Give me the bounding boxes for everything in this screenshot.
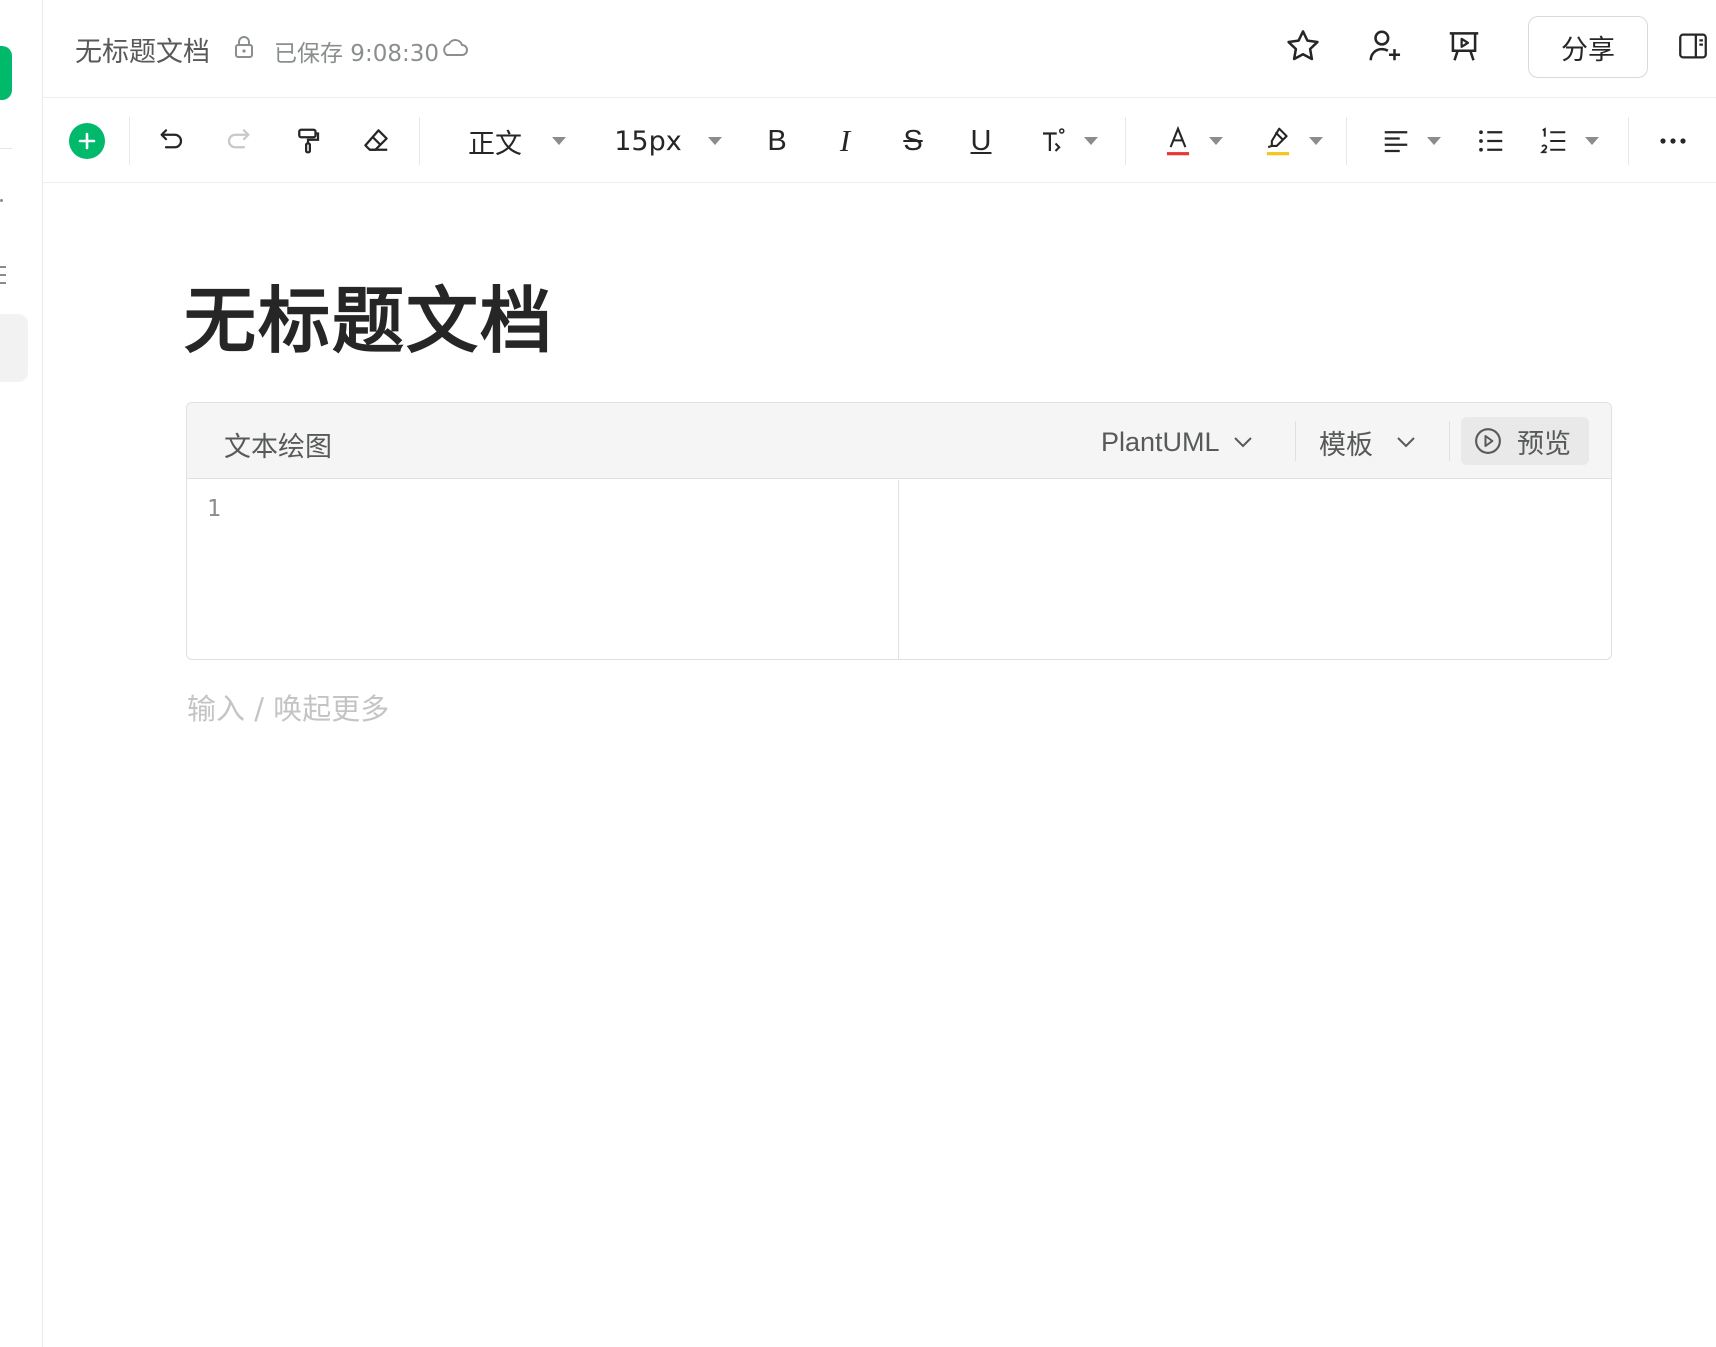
chevron-down-icon (1397, 437, 1415, 448)
language-select[interactable]: PlantUML (1101, 423, 1254, 461)
presentation-icon[interactable] (1444, 26, 1484, 66)
document-editor: 无标题文档 已保存 9:08:30 分享 正文 15px B I S U 无标题… (0, 0, 1716, 1347)
caret-down-icon (1084, 137, 1098, 145)
text-style-icon (1043, 128, 1065, 152)
toolbar-divider (1125, 117, 1126, 165)
line-number: 1 (207, 496, 221, 522)
numbered-list-select[interactable] (1529, 119, 1609, 163)
redo-icon[interactable] (219, 119, 259, 163)
bold-button[interactable]: B (757, 119, 797, 163)
align-left-icon (1384, 131, 1408, 153)
saved-status: 已保存 9:08:30 (274, 41, 439, 67)
caret-down-icon (1309, 137, 1323, 145)
format-painter-icon[interactable] (288, 119, 328, 163)
header-divider (1295, 421, 1296, 461)
font-color-select[interactable] (1153, 119, 1233, 163)
highlight-select[interactable] (1253, 119, 1333, 163)
sidebar-active-item[interactable] (0, 314, 28, 382)
more-icon[interactable] (1653, 119, 1693, 163)
toolbar-divider (1628, 117, 1629, 165)
play-circle-icon (1475, 428, 1501, 454)
font-color-icon (1166, 125, 1190, 156)
toolbar-divider (129, 117, 130, 165)
template-label: 模板 (1319, 429, 1373, 461)
editor-placeholder[interactable]: 输入 / 唤起更多 (187, 686, 389, 728)
font-size-label: 15px (614, 125, 682, 157)
underline-button[interactable]: U (961, 119, 1001, 163)
underline-label: U (970, 124, 992, 157)
language-label: PlantUML (1101, 426, 1220, 457)
highlight-icon (1266, 127, 1290, 156)
toolbar-divider (1346, 117, 1347, 165)
italic-button[interactable]: I (825, 119, 865, 163)
numbered-list-icon (1540, 127, 1566, 154)
header-bar: 无标题文档 已保存 9:08:30 分享 (43, 0, 1716, 98)
strike-label: S (903, 124, 923, 157)
caret-down-icon (707, 137, 722, 145)
align-select[interactable] (1371, 119, 1451, 163)
panel-icon[interactable] (1673, 26, 1713, 66)
sidebar-divider (0, 148, 12, 149)
sidebar-brand-indicator[interactable] (0, 46, 12, 100)
caret-down-icon (552, 137, 566, 145)
strikethrough-button[interactable]: S (893, 119, 933, 163)
caret-down-icon (1427, 137, 1441, 145)
font-size-select[interactable]: 15px (608, 119, 728, 163)
caret-down-icon (1209, 137, 1223, 145)
preview-button[interactable]: 预览 (1461, 417, 1589, 465)
diagram-block-header: 文本绘图 PlantUML 模板 预览 (187, 403, 1611, 479)
sidebar-list-icon[interactable] (0, 266, 6, 288)
bullet-list-icon[interactable] (1471, 119, 1511, 163)
diagram-preview-pane (900, 480, 1611, 659)
template-select[interactable]: 模板 (1319, 423, 1417, 461)
left-sidebar (0, 0, 43, 1347)
text-style-select[interactable] (1028, 119, 1108, 163)
diagram-block-title: 文本绘图 (224, 432, 332, 463)
chevron-down-icon (1233, 437, 1252, 448)
share-button[interactable]: 分享 (1528, 16, 1648, 78)
italic-label: I (839, 123, 851, 158)
document-heading[interactable]: 无标题文档 (184, 262, 554, 367)
caret-down-icon (1585, 137, 1599, 145)
toolbar-divider (419, 117, 420, 165)
header-divider (1449, 421, 1450, 461)
diagram-block-body: 1 (187, 480, 1611, 659)
lock-icon[interactable] (233, 35, 255, 59)
star-icon[interactable] (1283, 26, 1323, 66)
paragraph-style-label: 正文 (468, 128, 522, 160)
insert-button[interactable] (67, 119, 107, 163)
paragraph-style-select[interactable]: 正文 (457, 119, 577, 163)
code-editor[interactable]: 1 (187, 480, 899, 659)
undo-icon[interactable] (151, 119, 191, 163)
preview-label: 预览 (1517, 428, 1571, 460)
text-diagram-block: 文本绘图 PlantUML 模板 预览 1 (186, 402, 1612, 660)
doc-title[interactable]: 无标题文档 (75, 30, 210, 69)
add-user-icon[interactable] (1365, 26, 1405, 66)
cloud-icon (439, 36, 469, 58)
format-toolbar: 正文 15px B I S U (43, 99, 1716, 183)
eraser-icon[interactable] (356, 119, 396, 163)
sidebar-dot-icon[interactable] (0, 199, 3, 202)
bold-label: B (767, 124, 787, 157)
insert-plus-icon (69, 123, 105, 159)
